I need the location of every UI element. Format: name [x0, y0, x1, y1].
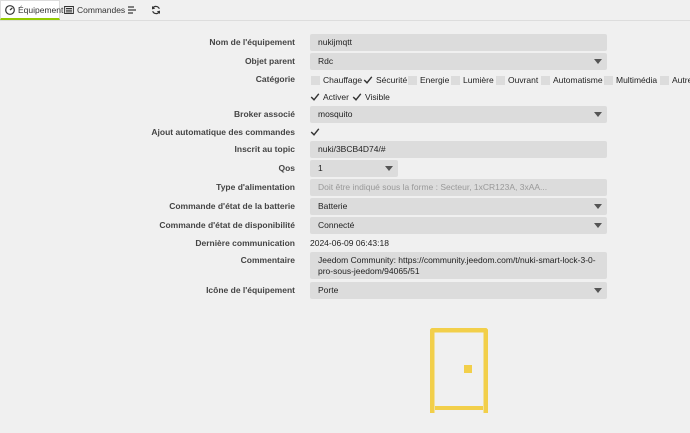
menu-icon: [127, 5, 137, 15]
tab-equipement[interactable]: Équipement: [0, 0, 64, 20]
parent-label: Objet parent: [244, 56, 295, 66]
tab-commandes[interactable]: Commandes: [60, 0, 126, 20]
category-multimedia-checkbox[interactable]: Multimédia: [604, 74, 657, 86]
category-autre-checkbox[interactable]: Autre: [660, 74, 690, 86]
auto-add-checkbox[interactable]: [310, 126, 320, 138]
row-qos: Qos 1: [0, 160, 690, 177]
icon-label: Icône de l'équipement: [206, 285, 295, 295]
category-energie-checkbox[interactable]: Energie: [408, 74, 449, 86]
broker-label: Broker associé: [234, 109, 295, 119]
category-chauffage-checkbox[interactable]: Chauffage: [311, 74, 362, 86]
checkbox-box: [496, 75, 505, 85]
power-label: Type d'alimentation: [216, 182, 295, 192]
category-lumiere-label: Lumière: [463, 75, 494, 85]
icon-select[interactable]: Porte: [310, 282, 607, 299]
row-auto-add: Ajout automatique des commandes: [0, 124, 690, 140]
refresh-icon: [151, 5, 161, 15]
name-label: Nom de l'équipement: [209, 37, 295, 47]
comment-label: Commentaire: [240, 255, 295, 265]
category-multimedia-label: Multimédia: [616, 75, 658, 85]
row-power: Type d'alimentation Doit être indiqué so…: [0, 179, 690, 196]
row-availability: Commande d'état de disponibilité Connect…: [0, 217, 690, 234]
category-autre-label: Autre: [672, 75, 690, 85]
row-battery: Commande d'état de la batterie Batterie: [0, 198, 690, 215]
tab-menu[interactable]: [122, 0, 142, 20]
name-input[interactable]: nukijmqtt: [310, 34, 607, 51]
category-automatisme-label: Automatisme: [553, 75, 603, 85]
category-ouvrant-label: Ouvrant: [508, 75, 539, 85]
row-category: Catégorie Chauffage Sécurité Energie Lum…: [0, 71, 690, 87]
qos-label: Qos: [278, 163, 295, 173]
door-icon: [429, 327, 489, 415]
comment-textarea[interactable]: Jeedom Community: https://community.jeed…: [310, 252, 607, 279]
activer-label: Activer: [323, 92, 349, 102]
row-flags: Activer Visible: [0, 88, 690, 104]
row-comment: Commentaire Jeedom Community: https://co…: [0, 252, 690, 280]
list-icon: [64, 5, 74, 15]
category-lumiere-checkbox[interactable]: Lumière: [451, 74, 494, 86]
battery-label: Commande d'état de la batterie: [169, 201, 295, 211]
topic-input[interactable]: nuki/3BCB4D74/#: [310, 141, 607, 158]
visible-label: Visible: [365, 92, 390, 102]
row-icon: Icône de l'équipement Porte: [0, 282, 690, 299]
category-securite-label: Sécurité: [376, 75, 408, 85]
checkbox-box: [311, 75, 320, 85]
row-broker: Broker associé mosquito: [0, 106, 690, 123]
last-comm-label: Dernière communication: [195, 238, 295, 248]
tab-refresh[interactable]: [146, 0, 166, 20]
category-automatisme-checkbox[interactable]: Automatisme: [541, 74, 603, 86]
power-input[interactable]: Doit être indiqué sous la forme : Secteu…: [310, 179, 607, 196]
tab-equipement-label: Équipement: [18, 4, 64, 15]
availability-select[interactable]: Connecté: [310, 217, 607, 234]
auto-add-label: Ajout automatique des commandes: [151, 127, 295, 137]
battery-select[interactable]: Batterie: [310, 198, 607, 215]
category-energie-label: Energie: [420, 75, 450, 85]
visible-checkbox[interactable]: Visible: [352, 91, 390, 103]
category-label: Catégorie: [255, 74, 295, 84]
qos-select[interactable]: 1: [310, 160, 398, 177]
checkbox-box: [660, 75, 669, 85]
broker-select[interactable]: mosquito: [310, 106, 607, 123]
check-icon: [352, 92, 362, 102]
availability-label: Commande d'état de disponibilité: [159, 220, 295, 230]
row-name: Nom de l'équipement nukijmqtt: [0, 34, 690, 51]
row-topic: Inscrit au topic nuki/3BCB4D74/#: [0, 141, 690, 158]
row-parent: Objet parent Rdc: [0, 53, 690, 70]
activer-checkbox[interactable]: Activer: [310, 91, 349, 103]
check-icon: [310, 127, 320, 137]
checkbox-box: [451, 75, 460, 85]
checkbox-box: [408, 75, 417, 85]
category-ouvrant-checkbox[interactable]: Ouvrant: [496, 74, 538, 86]
check-icon: [363, 75, 373, 85]
topic-label: Inscrit au topic: [234, 144, 295, 154]
category-securite-checkbox[interactable]: Sécurité: [363, 74, 407, 86]
parent-select[interactable]: Rdc: [310, 53, 607, 70]
check-icon: [310, 92, 320, 102]
tachometer-icon: [5, 4, 15, 15]
row-last-comm: Dernière communication 2024-06-09 06:43:…: [0, 235, 690, 251]
tab-commandes-label: Commandes: [77, 5, 126, 15]
last-comm-value: 2024-06-09 06:43:18: [310, 238, 389, 248]
tab-bar: Équipement Commandes: [0, 0, 690, 21]
category-chauffage-label: Chauffage: [323, 75, 363, 85]
checkbox-box: [604, 75, 613, 85]
checkbox-box: [541, 75, 550, 85]
